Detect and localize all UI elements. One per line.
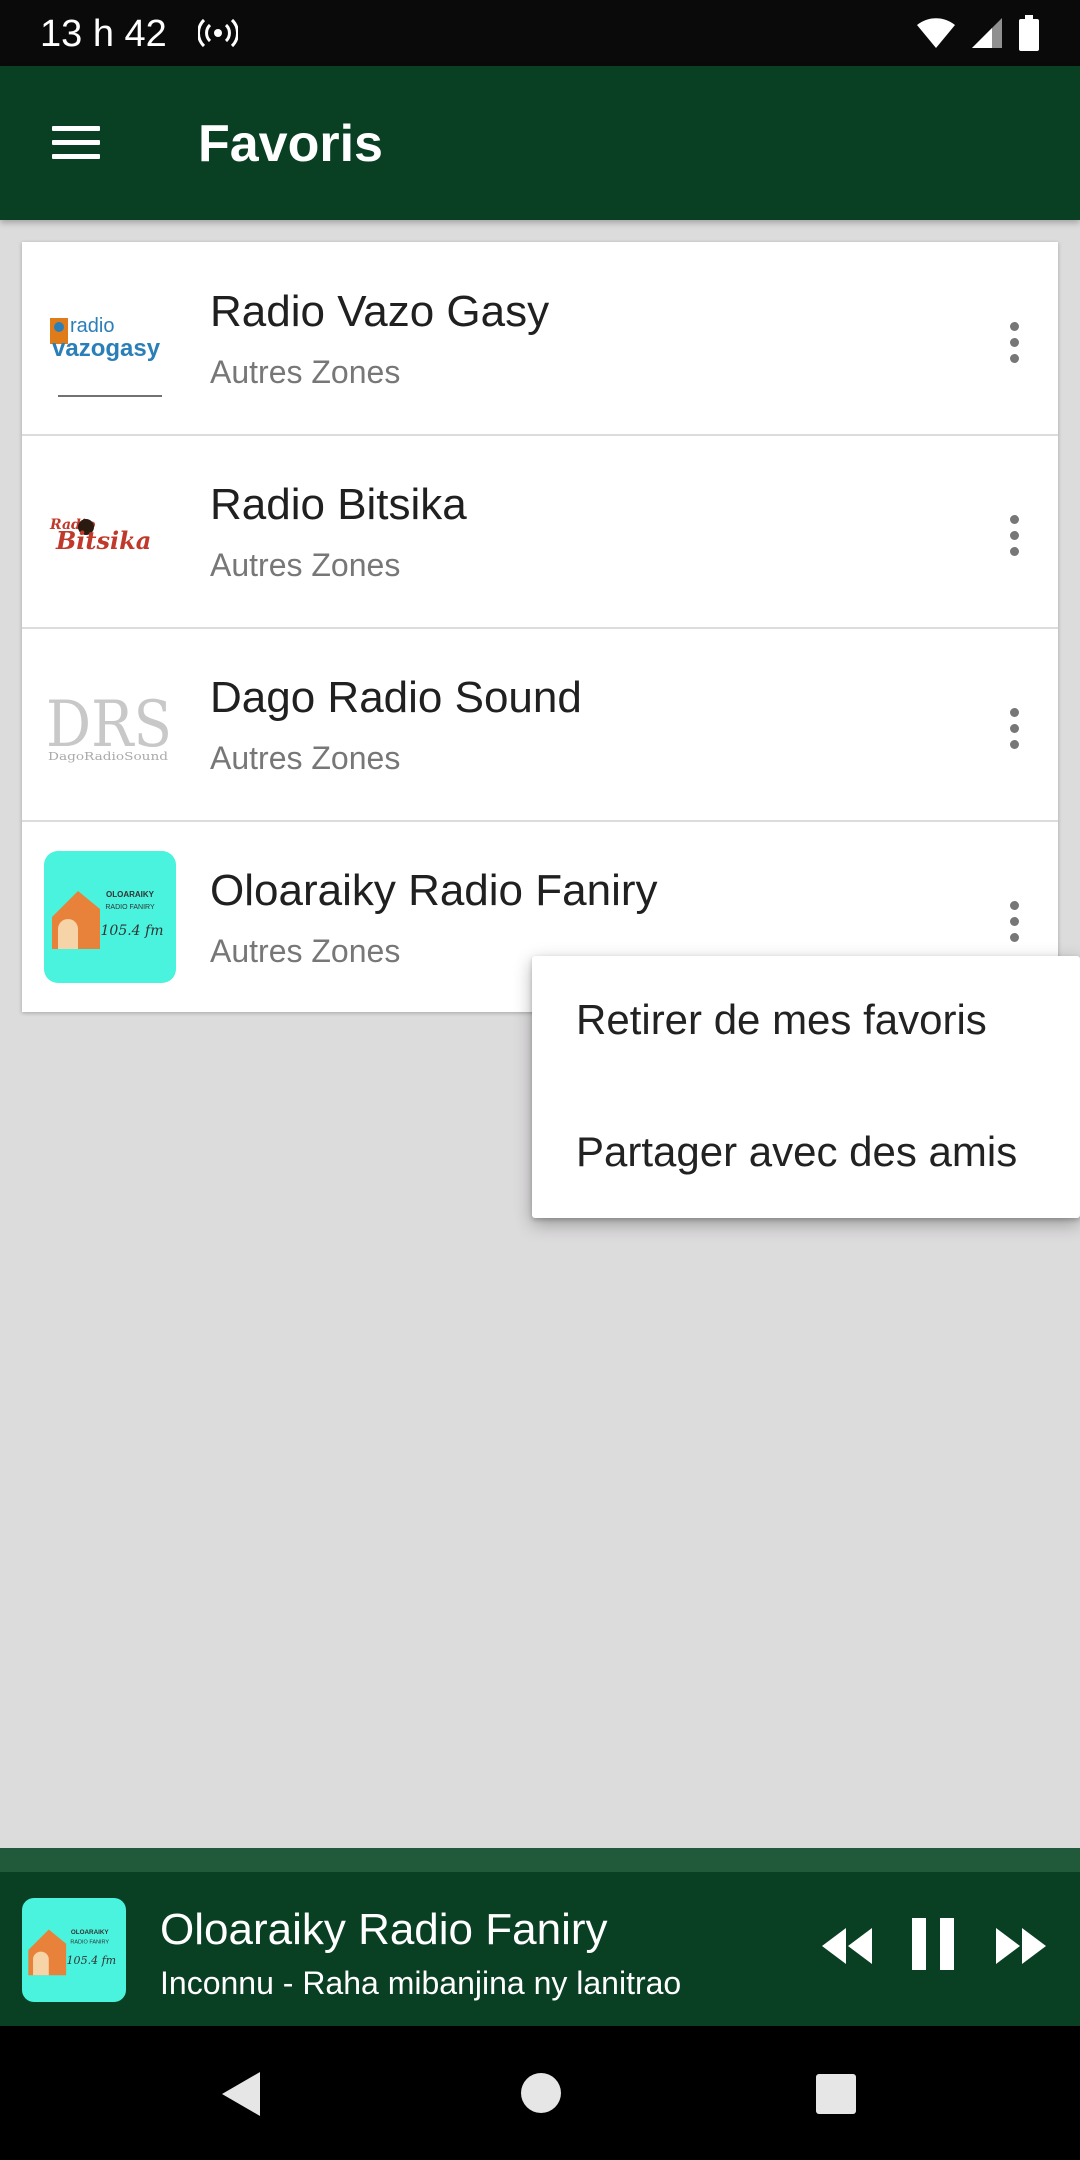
svg-text:Bitsika: Bitsika	[55, 526, 151, 555]
station-name: Dago Radio Sound	[210, 673, 582, 722]
station-zone: Autres Zones	[210, 354, 401, 390]
svg-text:RADIO FANIRY: RADIO FANIRY	[105, 904, 155, 911]
back-icon[interactable]	[218, 2070, 262, 2118]
player-title: Oloaraiky Radio Faniry	[160, 1905, 608, 1954]
rewind-icon[interactable]	[818, 1924, 874, 1968]
svg-text:DagoRadioSound: DagoRadioSound	[48, 750, 168, 763]
svg-text:vazogasy: vazogasy	[52, 335, 161, 362]
status-icons	[916, 14, 1040, 52]
hamburger-menu-icon[interactable]	[48, 122, 104, 164]
status-time: 13 h 42	[40, 13, 167, 55]
svg-text:105.4 fm: 105.4 fm	[101, 923, 164, 939]
cell-signal-icon	[972, 18, 1002, 48]
svg-text:radio: radio	[70, 315, 114, 337]
status-bar: 13 h 42	[0, 0, 1080, 66]
player-top-strip	[0, 1848, 1080, 1872]
more-options-icon[interactable]	[984, 698, 1044, 758]
station-zone: Autres Zones	[210, 740, 401, 776]
mini-player[interactable]: OLOARAIKY RADIO FANIRY 105.4 fm Oloaraik…	[0, 1848, 1080, 2026]
station-zone: Autres Zones	[210, 933, 401, 969]
home-icon[interactable]	[520, 2072, 562, 2114]
system-nav-bar	[0, 2026, 1080, 2160]
battery-icon	[1019, 15, 1039, 51]
more-options-icon[interactable]	[984, 312, 1044, 372]
recents-icon[interactable]	[816, 2074, 856, 2114]
pause-icon[interactable]	[908, 1916, 958, 1972]
svg-text:105.4 fm: 105.4 fm	[67, 1954, 117, 1967]
station-name: Radio Vazo Gasy	[210, 287, 550, 336]
fast-forward-icon[interactable]	[994, 1924, 1050, 1968]
station-zone: Autres Zones	[210, 547, 401, 583]
svg-text:OLOARAIKY: OLOARAIKY	[106, 890, 155, 899]
list-item-radio-vazo-gasy[interactable]: radio vazogasy Radio Vazo Gasy Autres Zo…	[22, 242, 1058, 436]
station-logo: Radio Bitsika	[44, 465, 176, 597]
favorites-list: radio vazogasy Radio Vazo Gasy Autres Zo…	[22, 242, 1058, 1012]
station-logo: radio vazogasy	[44, 272, 176, 404]
more-options-icon[interactable]	[984, 505, 1044, 565]
app-bar: Favoris	[0, 66, 1080, 220]
context-menu: Retirer de mes favoris Partager avec des…	[532, 956, 1080, 1218]
page-title: Favoris	[198, 115, 383, 173]
cast-signal-icon	[198, 18, 238, 48]
remove-favorite-menu-item[interactable]: Retirer de mes favoris	[532, 956, 1080, 1086]
svg-text:RADIO FANIRY: RADIO FANIRY	[70, 1940, 109, 1946]
list-item-radio-bitsika[interactable]: Radio Bitsika Radio Bitsika Autres Zones	[22, 435, 1058, 629]
more-options-icon[interactable]	[984, 891, 1044, 951]
station-logo: OLOARAIKY RADIO FANIRY 105.4 fm	[44, 851, 176, 983]
share-menu-item[interactable]: Partager avec des amis	[532, 1088, 1080, 1218]
wifi-icon	[917, 18, 955, 48]
player-station-logo: OLOARAIKY RADIO FANIRY 105.4 fm	[22, 1898, 126, 2002]
svg-text:OLOARAIKY: OLOARAIKY	[71, 1929, 110, 1936]
list-item-dago-radio-sound[interactable]: DRS DagoRadioSound Dago Radio Sound Autr…	[22, 628, 1058, 822]
player-subtitle: Inconnu - Raha mibanjina ny lanitrao	[160, 1965, 682, 2001]
station-name: Oloaraiky Radio Faniry	[210, 866, 658, 915]
station-name: Radio Bitsika	[210, 480, 467, 529]
station-logo: DRS DagoRadioSound	[44, 658, 176, 790]
